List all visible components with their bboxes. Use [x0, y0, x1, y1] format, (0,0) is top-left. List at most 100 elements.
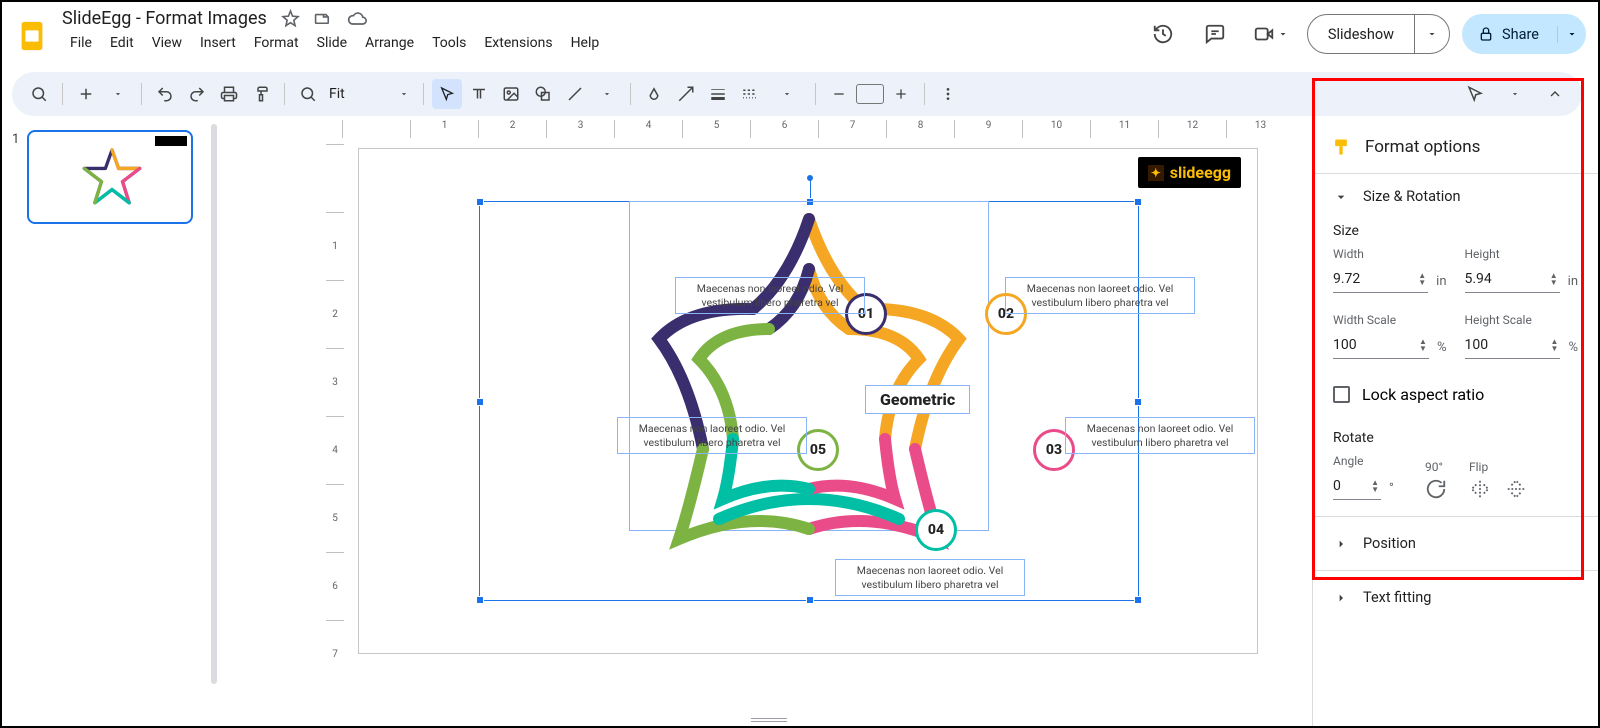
- lock-icon: [1478, 26, 1494, 42]
- zoom-in-button[interactable]: [886, 79, 916, 109]
- slide-canvas[interactable]: ✦slideegg: [358, 148, 1258, 654]
- lock-aspect-ratio[interactable]: Lock aspect ratio: [1333, 385, 1578, 404]
- center-label[interactable]: Geometric: [865, 385, 970, 414]
- horizontal-ruler: 12345678910111213: [342, 120, 1296, 138]
- zoom-out-button[interactable]: [824, 79, 854, 109]
- select-tool[interactable]: [432, 79, 462, 109]
- section-label: Text fitting: [1363, 589, 1431, 606]
- search-menus-icon[interactable]: [24, 79, 54, 109]
- unit-label: %: [1568, 340, 1578, 359]
- meet-button[interactable]: [1247, 14, 1295, 54]
- zoom-tool-icon[interactable]: [293, 79, 323, 109]
- height-scale-input[interactable]: ▲▼: [1465, 331, 1561, 359]
- unit-label: in: [1568, 274, 1578, 293]
- slide-number: 1: [12, 130, 19, 224]
- flip-horizontal-button[interactable]: [1469, 478, 1491, 500]
- cloud-status-icon[interactable]: [347, 9, 367, 29]
- pointer-mode-button[interactable]: [1460, 79, 1490, 109]
- menu-format[interactable]: Format: [246, 31, 307, 55]
- note-02[interactable]: Maecenas non laoreet odio. Vel vestibulu…: [1005, 277, 1195, 314]
- slideegg-logo: ✦slideegg: [1138, 157, 1241, 188]
- note-05[interactable]: Maecenas non laoreet odio. Vel vestibulu…: [617, 417, 807, 454]
- slide-thumbnail-1[interactable]: [27, 130, 193, 224]
- star-diagram[interactable]: 01 02 03 04 05 Geometric Maecenas non la…: [629, 199, 989, 559]
- note-04[interactable]: Maecenas non laoreet odio. Vel vestibulu…: [835, 559, 1025, 596]
- stepper-icon[interactable]: ▲▼: [1417, 338, 1429, 352]
- comments-icon[interactable]: [1195, 14, 1235, 54]
- star-icon[interactable]: [281, 9, 300, 28]
- slideshow-button[interactable]: Slideshow: [1308, 15, 1415, 53]
- line-tool[interactable]: [560, 79, 590, 109]
- stepper-icon[interactable]: ▲▼: [1549, 338, 1561, 352]
- note-03[interactable]: Maecenas non laoreet odio. Vel vestibulu…: [1065, 417, 1255, 454]
- more-format-dropdown[interactable]: [767, 79, 807, 109]
- history-icon[interactable]: [1143, 14, 1183, 54]
- section-size-rotation[interactable]: Size & Rotation: [1333, 188, 1578, 205]
- section-position[interactable]: Position: [1333, 535, 1578, 552]
- new-slide-button[interactable]: [71, 79, 101, 109]
- speaker-notes-handle[interactable]: [751, 718, 787, 722]
- unit-label: °: [1389, 481, 1394, 500]
- share-dropdown[interactable]: [1558, 28, 1586, 40]
- zoom-dropdown[interactable]: [351, 79, 415, 109]
- fill-color-button[interactable]: [639, 79, 669, 109]
- height-scale-label: Height Scale: [1465, 313, 1579, 327]
- slideshow-dropdown[interactable]: [1415, 28, 1449, 40]
- pointer-dropdown[interactable]: [1500, 79, 1530, 109]
- stepper-icon[interactable]: ▲▼: [1548, 272, 1560, 286]
- menu-bar: File Edit View Insert Format Slide Arran…: [62, 31, 607, 55]
- menu-tools[interactable]: Tools: [424, 31, 474, 55]
- menu-view[interactable]: View: [144, 31, 190, 55]
- menu-extensions[interactable]: Extensions: [476, 31, 560, 55]
- unit-label: in: [1436, 274, 1446, 293]
- width-scale-input[interactable]: ▲▼: [1333, 331, 1429, 359]
- print-button[interactable]: [214, 79, 244, 109]
- share-label: Share: [1502, 26, 1539, 43]
- width-input[interactable]: ▲▼: [1333, 265, 1428, 293]
- rotate-90-button[interactable]: [1425, 478, 1447, 500]
- line-dropdown[interactable]: [592, 79, 622, 109]
- more-tools-button[interactable]: [933, 79, 963, 109]
- textbox-tool[interactable]: [464, 79, 494, 109]
- unit-label: %: [1437, 340, 1447, 359]
- menu-help[interactable]: Help: [563, 31, 608, 55]
- border-dash-button[interactable]: [735, 79, 765, 109]
- image-tool[interactable]: [496, 79, 526, 109]
- menu-insert[interactable]: Insert: [192, 31, 244, 55]
- chevron-right-icon: [1333, 590, 1349, 606]
- stepper-icon[interactable]: ▲▼: [1416, 272, 1428, 286]
- section-text-fitting[interactable]: Text fitting: [1333, 589, 1578, 606]
- border-weight-button[interactable]: [703, 79, 733, 109]
- flip-vertical-button[interactable]: [1505, 478, 1527, 500]
- slides-app-icon[interactable]: [12, 16, 52, 56]
- chevron-down-icon: [1277, 28, 1289, 40]
- checkbox-icon[interactable]: [1333, 386, 1350, 403]
- chevron-down-icon: [1333, 189, 1349, 205]
- share-button[interactable]: Share: [1462, 26, 1558, 43]
- shape-tool[interactable]: [528, 79, 558, 109]
- redo-button[interactable]: [182, 79, 212, 109]
- move-icon[interactable]: [314, 9, 333, 28]
- rotate-subheader: Rotate: [1333, 430, 1578, 446]
- panel-title: Format options: [1365, 137, 1480, 157]
- node-04[interactable]: 04: [915, 509, 957, 551]
- stepper-icon[interactable]: ▲▼: [1369, 479, 1381, 493]
- ninety-label: 90°: [1425, 460, 1447, 474]
- paint-format-button[interactable]: [246, 79, 276, 109]
- menu-file[interactable]: File: [62, 31, 100, 55]
- collapse-toolbar-button[interactable]: [1540, 79, 1570, 109]
- angle-input[interactable]: ▲▼: [1333, 472, 1381, 500]
- document-title[interactable]: SlideEgg - Format Images: [62, 8, 267, 29]
- section-label: Position: [1363, 535, 1416, 552]
- new-slide-dropdown[interactable]: [103, 79, 133, 109]
- filmstrip-scrollbar[interactable]: [202, 120, 226, 726]
- menu-edit[interactable]: Edit: [102, 31, 142, 55]
- border-color-button[interactable]: [671, 79, 701, 109]
- height-input[interactable]: ▲▼: [1465, 265, 1560, 293]
- zoom-level[interactable]: Fit: [325, 86, 349, 102]
- note-01[interactable]: Maecenas non laoreet odio. Vel vestibulu…: [675, 277, 865, 314]
- undo-button[interactable]: [150, 79, 180, 109]
- menu-arrange[interactable]: Arrange: [357, 31, 422, 55]
- zoom-slider[interactable]: [856, 84, 884, 104]
- menu-slide[interactable]: Slide: [309, 31, 355, 55]
